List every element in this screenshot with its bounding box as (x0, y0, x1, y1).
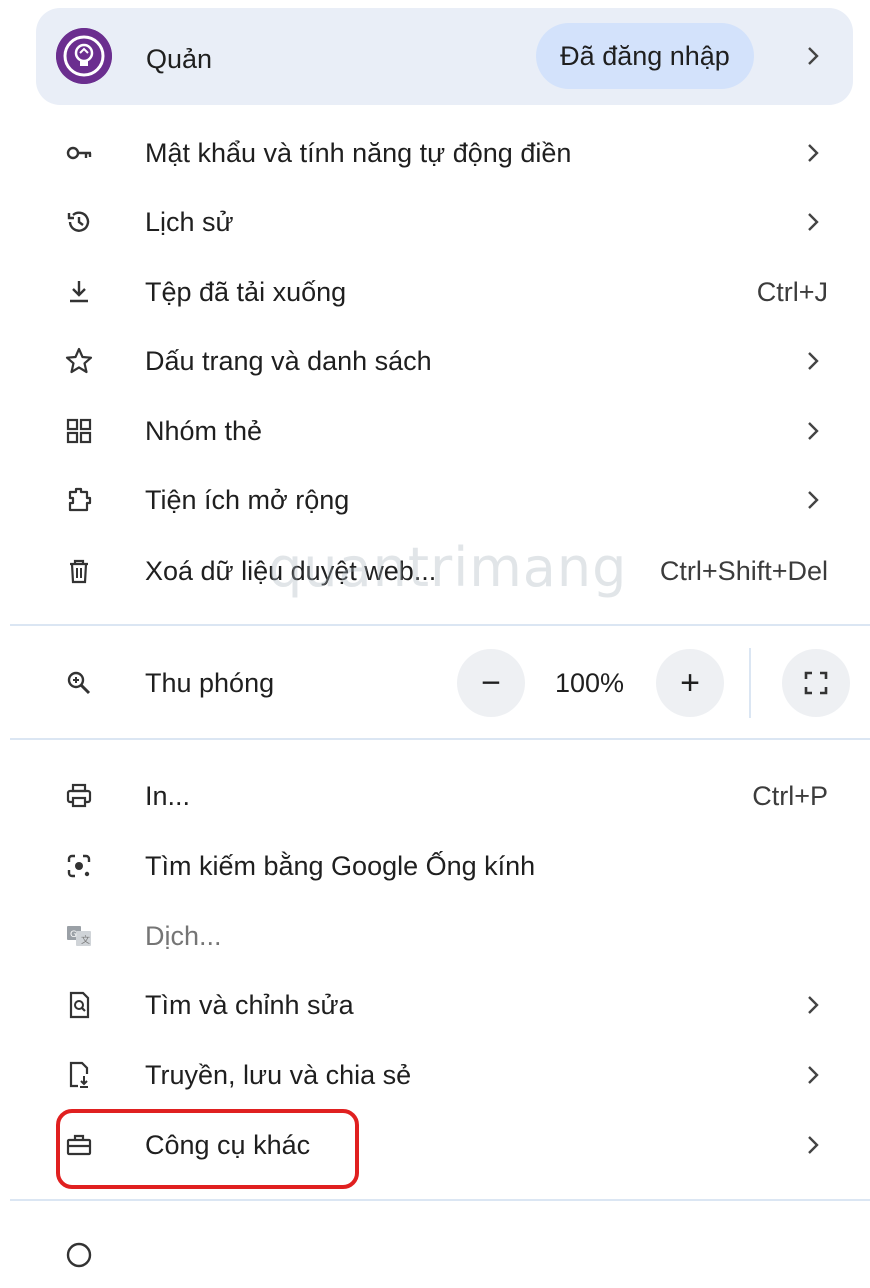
menu-item-label: Tệp đã tải xuống (145, 277, 347, 307)
menu-item-bookmarks[interactable]: Dấu trang và danh sách (0, 328, 870, 394)
zoom-in-icon (64, 668, 94, 698)
translate-icon: G文 (64, 921, 94, 951)
svg-text:G: G (70, 930, 77, 940)
chevron-right-icon (806, 45, 820, 67)
key-icon (64, 138, 94, 168)
zoom-level: 100% (555, 668, 625, 698)
menu-item-tab-groups[interactable]: Nhóm thẻ (0, 398, 870, 464)
menu-divider (10, 1199, 870, 1201)
menu-item-history[interactable]: Lịch sử (0, 189, 870, 255)
menu-item-label: Mật khẩu và tính năng tự động điền (145, 138, 572, 168)
chevron-right-icon (806, 350, 820, 372)
profile-avatar (56, 28, 112, 84)
menu-item-cast-save-share[interactable]: Truyền, lưu và chia sẻ (0, 1042, 870, 1108)
menu-item-label: In... (145, 781, 191, 811)
signed-in-badge[interactable]: Đã đăng nhập (536, 23, 754, 89)
chevron-right-icon (806, 142, 820, 164)
chevron-right-icon (806, 1134, 820, 1156)
menu-divider (10, 738, 870, 740)
chevron-right-icon (806, 211, 820, 233)
zoom-in-button[interactable]: + (656, 649, 724, 717)
menu-item-extensions[interactable]: Tiện ích mở rộng (0, 467, 870, 533)
avatar-bulb-icon (56, 28, 112, 84)
zoom-separator (749, 648, 751, 718)
fullscreen-icon (804, 671, 828, 695)
menu-item-partial[interactable] (0, 1222, 870, 1288)
menu-divider (10, 624, 870, 626)
menu-item-clear-data[interactable]: Xoá dữ liệu duyệt web... Ctrl+Shift+Del (0, 538, 870, 604)
menu-item-label: Tìm và chỉnh sửa (145, 990, 354, 1020)
menu-item-label: Dịch... (145, 921, 222, 951)
shortcut-text: Ctrl+J (756, 277, 828, 307)
star-icon (64, 346, 94, 376)
menu-item-downloads[interactable]: Tệp đã tải xuống Ctrl+J (0, 259, 870, 325)
chevron-right-icon (806, 1064, 820, 1086)
menu-item-passwords[interactable]: Mật khẩu và tính năng tự động điền (0, 120, 870, 186)
menu-item-label: Tìm kiếm bằng Google Ống kính (145, 851, 536, 881)
menu-item-label: Lịch sử (145, 207, 234, 237)
profile-row[interactable]: Quản Đã đăng nhập (36, 8, 853, 105)
profile-name: Quản (146, 44, 213, 74)
svg-text:文: 文 (81, 934, 90, 946)
menu-item-print[interactable]: In... Ctrl+P (0, 763, 870, 829)
menu-item-label: Truyền, lưu và chia sẻ (145, 1060, 412, 1090)
cast-save-icon (64, 1060, 94, 1090)
shortcut-text: Ctrl+Shift+Del (659, 556, 828, 586)
fullscreen-button[interactable] (782, 649, 850, 717)
extension-icon (64, 485, 94, 515)
menu-item-translate: G文 Dịch... (0, 903, 870, 969)
find-icon (64, 990, 94, 1020)
print-icon (64, 781, 94, 811)
help-icon (64, 1240, 94, 1270)
menu-item-label: Tiện ích mở rộng (145, 485, 350, 515)
zoom-out-button[interactable]: − (457, 649, 525, 717)
tab-groups-icon (64, 416, 94, 446)
google-lens-icon (64, 851, 94, 881)
chevron-right-icon (806, 489, 820, 511)
shortcut-text: Ctrl+P (752, 781, 828, 811)
history-icon (64, 207, 94, 237)
zoom-label: Thu phóng (145, 668, 275, 698)
menu-item-label: Dấu trang và danh sách (145, 346, 432, 376)
trash-icon (64, 556, 94, 586)
menu-item-label: Nhóm thẻ (145, 416, 263, 446)
menu-item-label: Xoá dữ liệu duyệt web... (145, 556, 437, 586)
chevron-right-icon (806, 994, 820, 1016)
zoom-row: Thu phóng (0, 650, 870, 716)
download-icon (64, 277, 94, 307)
chevron-right-icon (806, 420, 820, 442)
menu-item-find-edit[interactable]: Tìm và chỉnh sửa (0, 972, 870, 1038)
menu-item-google-lens[interactable]: Tìm kiếm bằng Google Ống kính (0, 833, 870, 899)
highlight-box (56, 1109, 359, 1189)
